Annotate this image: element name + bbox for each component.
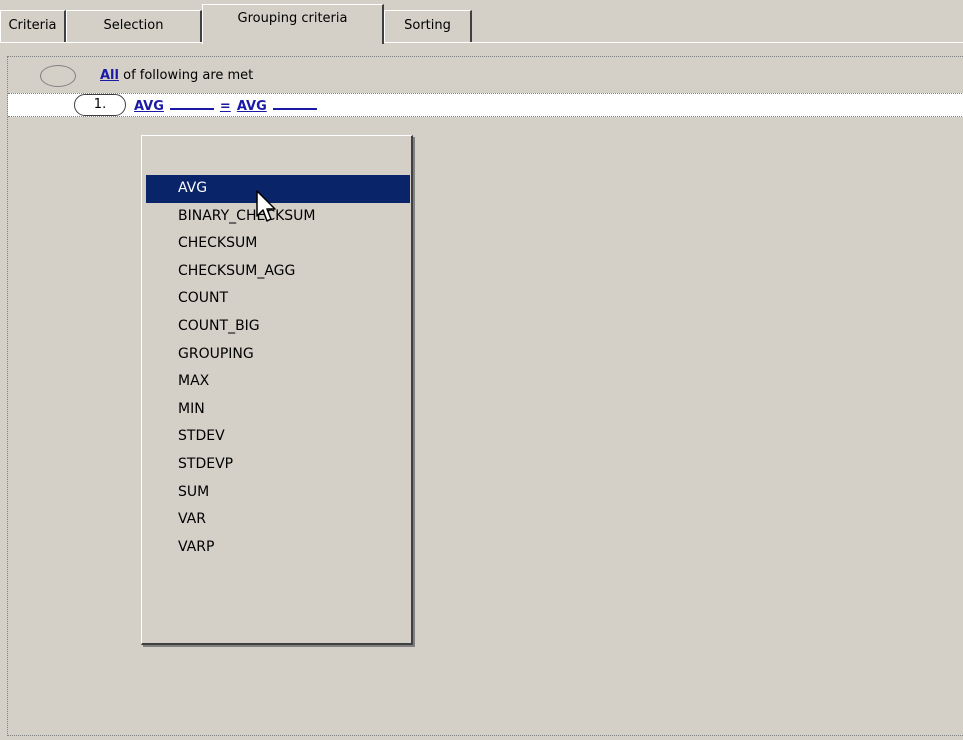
tab-grouping-criteria-label: Grouping criteria xyxy=(237,11,348,26)
condition-group-text: All of following are met xyxy=(100,64,253,88)
quantifier-link[interactable]: All xyxy=(100,68,119,83)
dropdown-option-avg[interactable]: AVG xyxy=(146,175,410,203)
group-circle-icon[interactable] xyxy=(40,65,76,87)
dropdown-option-varp[interactable]: VARP xyxy=(146,534,410,562)
tab-sorting[interactable]: Sorting xyxy=(384,10,472,42)
tab-criteria-label: Criteria xyxy=(8,18,57,33)
condition-group-suffix: of following are met xyxy=(118,68,254,83)
tab-sorting-label: Sorting xyxy=(404,18,451,33)
tab-criteria[interactable]: Criteria xyxy=(0,10,66,42)
dropdown-option-min[interactable]: MIN xyxy=(146,396,410,424)
dropdown-option-grouping[interactable]: GROUPING xyxy=(146,341,410,369)
function-dropdown[interactable]: AVG BINARY_CHECKSUM CHECKSUM CHECKSUM_AGG CO… xyxy=(141,135,413,645)
left-function-link[interactable]: AVG xyxy=(134,99,164,114)
dropdown-option-stdevp[interactable]: STDEVP xyxy=(146,451,410,479)
dropdown-option-binary-checksum[interactable]: BINARY_CHECKSUM xyxy=(146,203,410,231)
dropdown-option-count-big[interactable]: COUNT_BIG xyxy=(146,313,410,341)
dropdown-option-var[interactable]: VAR xyxy=(146,506,410,534)
dropdown-option-count[interactable]: COUNT xyxy=(146,285,410,313)
tab-strip: Criteria Selection Grouping criteria Sor… xyxy=(0,0,963,44)
dropdown-option-checksum[interactable]: CHECKSUM xyxy=(146,230,410,258)
dropdown-option-stdev[interactable]: STDEV xyxy=(146,423,410,451)
operator-link[interactable]: = xyxy=(220,99,231,114)
condition-row[interactable]: 1. AVG = AVG xyxy=(8,93,963,117)
tab-selection[interactable]: Selection xyxy=(66,10,202,42)
left-field-placeholder[interactable] xyxy=(169,94,214,110)
dropdown-option-max[interactable]: MAX xyxy=(146,368,410,396)
tab-divider xyxy=(0,42,963,43)
tab-selection-label: Selection xyxy=(103,18,164,33)
row-number-badge[interactable]: 1. xyxy=(74,94,126,116)
function-dropdown-list: AVG BINARY_CHECKSUM CHECKSUM CHECKSUM_AGG CO… xyxy=(146,175,410,561)
condition-expression: AVG = AVG xyxy=(134,94,323,118)
dropdown-option-checksum-agg[interactable]: CHECKSUM_AGG xyxy=(146,258,410,286)
tab-grouping-criteria[interactable]: Grouping criteria xyxy=(202,4,384,44)
right-field-placeholder[interactable] xyxy=(272,94,317,110)
dropdown-option-sum[interactable]: SUM xyxy=(146,479,410,507)
right-function-link[interactable]: AVG xyxy=(237,99,267,114)
